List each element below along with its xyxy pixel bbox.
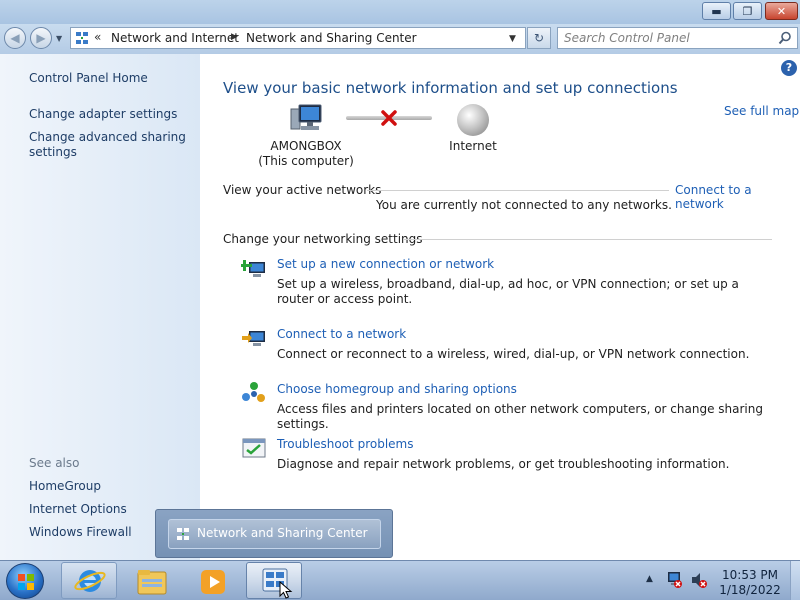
address-dropdown-icon[interactable]: ▼ [509, 34, 516, 44]
show-desktop-button[interactable] [790, 561, 800, 600]
internet-options-link[interactable]: Internet Options [29, 502, 127, 516]
clock-date[interactable]: 1/18/2022 [715, 583, 785, 597]
network-status-icon[interactable] [667, 571, 683, 589]
forward-button[interactable]: ▶ [30, 27, 52, 49]
homegroup-sharing-options-link[interactable]: Choose homegroup and sharing options [277, 382, 517, 396]
homegroup-link[interactable]: HomeGroup [29, 479, 101, 493]
connect-network-icon [242, 331, 265, 346]
search-box[interactable] [557, 27, 798, 49]
recent-pages-dropdown-icon[interactable]: ▼ [56, 34, 62, 43]
see-also-heading: See also [29, 456, 80, 470]
breadcrumb-network-and-internet[interactable]: Network and Internet [111, 31, 239, 45]
volume-muted-icon[interactable] [690, 571, 708, 589]
minimize-button[interactable]: ▬ [702, 2, 731, 20]
change-advanced-sharing-link[interactable]: Change advanced sharing settings [29, 130, 189, 160]
mouse-cursor-icon [279, 581, 293, 599]
network-sharing-center-window: ▬ ❐ ✕ ◀ ▶ ▼ « Network and Internet ▶ Net… [0, 0, 800, 560]
breadcrumb-separator-icon[interactable]: ▶ [231, 32, 238, 42]
search-input[interactable] [564, 31, 764, 45]
setup-new-connection-link[interactable]: Set up a new connection or network [277, 257, 494, 271]
media-player-icon [201, 570, 225, 594]
windows-firewall-link[interactable]: Windows Firewall [29, 525, 132, 539]
connect-to-network-task-link[interactable]: Connect to a network [277, 327, 406, 341]
internet-globe-icon[interactable] [457, 104, 489, 136]
search-icon[interactable] [778, 31, 792, 45]
network-center-icon [177, 528, 189, 540]
breadcrumb-overflow-icon[interactable]: « [94, 30, 101, 44]
section-divider [404, 239, 772, 240]
task-description: Diagnose and repair network problems, or… [277, 457, 730, 471]
address-toolbar: ◀ ▶ ▼ « Network and Internet ▶ Network a… [0, 24, 800, 54]
taskbar-thumbnail-popup: Network and Sharing Center [155, 509, 393, 558]
change-adapter-settings-link[interactable]: Change adapter settings [29, 107, 177, 121]
thumbnail-window-item[interactable]: Network and Sharing Center [168, 519, 381, 549]
connect-to-network-link[interactable]: Connect to a network [675, 183, 800, 211]
close-button[interactable]: ✕ [765, 2, 798, 20]
disconnected-x-icon[interactable] [380, 109, 398, 127]
windows-explorer-icon [137, 570, 167, 595]
network-center-icon [262, 568, 288, 592]
clock-time[interactable]: 10:53 PM [715, 568, 785, 582]
troubleshoot-problems-link[interactable]: Troubleshoot problems [277, 437, 413, 451]
task-description: Connect or reconnect to a wireless, wire… [277, 347, 750, 361]
address-box[interactable]: « Network and Internet ▶ Network and Sha… [70, 27, 526, 49]
start-button[interactable] [6, 563, 44, 599]
homegroup-icon [242, 382, 265, 402]
active-networks-heading: View your active networks [223, 183, 382, 197]
computer-icon[interactable] [289, 103, 323, 135]
maximize-button[interactable]: ❐ [733, 2, 762, 20]
internet-label: Internet [449, 139, 497, 153]
computer-name-label: AMONGBOX [270, 139, 342, 153]
task-description: Set up a wireless, broadband, dial-up, a… [277, 277, 739, 306]
troubleshoot-icon [242, 438, 266, 458]
left-navigation-pane: Control Panel Home Change adapter settin… [0, 54, 200, 560]
network-center-icon [76, 32, 88, 44]
windows-explorer-taskbar-button[interactable] [123, 562, 179, 599]
thumbnail-title: Network and Sharing Center [197, 526, 368, 540]
back-button[interactable]: ◀ [4, 27, 26, 49]
new-connection-icon [241, 260, 265, 277]
breadcrumb-network-and-sharing-center[interactable]: Network and Sharing Center [246, 31, 417, 45]
show-hidden-icons-icon[interactable]: ▲ [646, 574, 653, 584]
title-bar: ▬ ❐ ✕ [0, 0, 800, 24]
not-connected-message: You are currently not connected to any n… [376, 198, 672, 212]
internet-explorer-icon [74, 570, 106, 592]
change-settings-heading: Change your networking settings [223, 232, 423, 246]
this-computer-label: (This computer) [258, 154, 354, 168]
see-full-map-link[interactable]: See full map [724, 104, 799, 118]
help-icon[interactable]: ? [781, 60, 797, 76]
network-center-taskbar-button[interactable] [246, 562, 302, 599]
section-divider [367, 190, 669, 191]
page-title: View your basic network information and … [223, 79, 678, 97]
windows-logo-icon [18, 574, 34, 590]
task-description: Access files and printers located on oth… [277, 402, 763, 431]
internet-explorer-taskbar-button[interactable] [61, 562, 117, 599]
control-panel-home-link[interactable]: Control Panel Home [29, 71, 148, 85]
refresh-button[interactable]: ↻ [527, 27, 551, 49]
media-player-taskbar-button[interactable] [184, 562, 240, 599]
taskbar: ▲ 10:53 PM 1/18/2022 [0, 560, 800, 600]
